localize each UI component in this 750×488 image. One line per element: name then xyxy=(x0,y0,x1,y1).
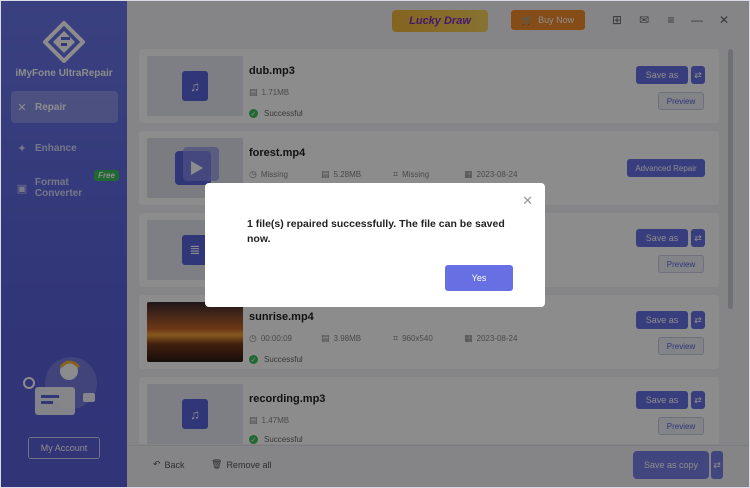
dialog-message: 1 file(s) repaired successfully. The fil… xyxy=(247,218,505,245)
success-dialog: ✕ 1 file(s) repaired successfully. The f… xyxy=(205,183,545,307)
close-icon[interactable]: ✕ xyxy=(522,193,533,209)
app-window: iMyFone UltraRepair ✕ Repair ✦ Enhance ▣… xyxy=(0,0,750,488)
yes-button[interactable]: Yes xyxy=(445,265,513,291)
